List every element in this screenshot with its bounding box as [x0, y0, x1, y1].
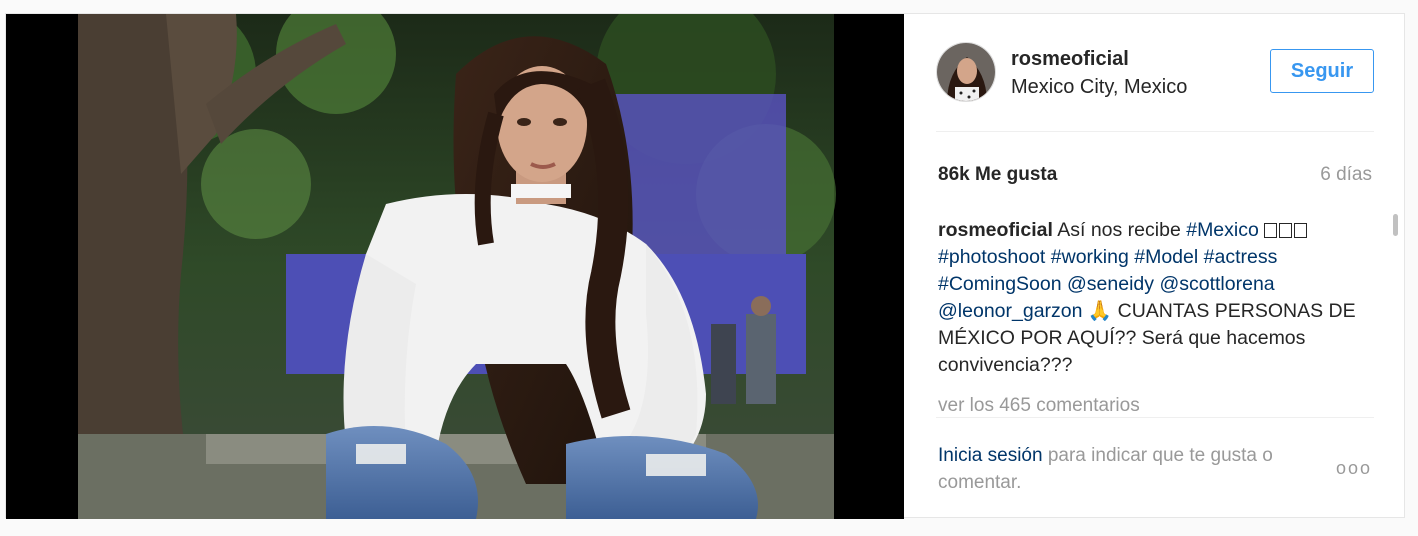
- post-sidebar: rosmeoficial Mexico City, Mexico Seguir …: [904, 14, 1406, 519]
- caption-username[interactable]: rosmeoficial: [938, 219, 1053, 241]
- pray-emoji-icon: 🙏: [1087, 300, 1113, 322]
- post-image: [6, 14, 904, 519]
- likes-count[interactable]: 86k Me gusta: [938, 164, 1057, 186]
- avatar[interactable]: [936, 42, 996, 102]
- hashtag-comingsoon[interactable]: #ComingSoon: [938, 273, 1062, 295]
- more-options-icon[interactable]: ooo: [1336, 458, 1372, 479]
- hashtag-model[interactable]: #Model: [1134, 246, 1198, 268]
- username-link[interactable]: rosmeoficial: [1011, 48, 1129, 71]
- login-link[interactable]: Inicia sesión: [938, 445, 1043, 466]
- login-prompt: Inicia sesión para indicar que te gusta …: [938, 442, 1318, 496]
- mention-scottlorena[interactable]: @scottlorena: [1159, 273, 1274, 295]
- post-header: rosmeoficial Mexico City, Mexico Seguir: [936, 40, 1374, 104]
- post-time[interactable]: 6 días: [1320, 164, 1372, 186]
- header-divider: [936, 131, 1374, 132]
- hashtag-actress[interactable]: #actress: [1204, 246, 1278, 268]
- post-card: rosmeoficial Mexico City, Mexico Seguir …: [5, 13, 1406, 519]
- post-caption: rosmeoficial Así nos recibe #Mexico #pho…: [938, 217, 1364, 379]
- emoji-placeholder-icons: [1264, 219, 1309, 241]
- footer-divider: [936, 417, 1374, 418]
- hashtag-working[interactable]: #working: [1051, 246, 1129, 268]
- hashtag-mexico[interactable]: #Mexico: [1186, 219, 1259, 241]
- mention-seneidy[interactable]: @seneidy: [1067, 273, 1154, 295]
- follow-button[interactable]: Seguir: [1270, 49, 1374, 93]
- caption-text: Así nos recibe: [1057, 219, 1181, 241]
- comments-scrollbar[interactable]: [1393, 214, 1398, 236]
- avatar-image: [937, 43, 995, 101]
- post-photo[interactable]: [6, 14, 904, 519]
- location-link[interactable]: Mexico City, Mexico: [1011, 76, 1187, 99]
- view-all-comments-link[interactable]: ver los 465 comentarios: [938, 395, 1140, 417]
- mention-leonor-garzon[interactable]: @leonor_garzon: [938, 300, 1082, 322]
- hashtag-photoshoot[interactable]: #photoshoot: [938, 246, 1045, 268]
